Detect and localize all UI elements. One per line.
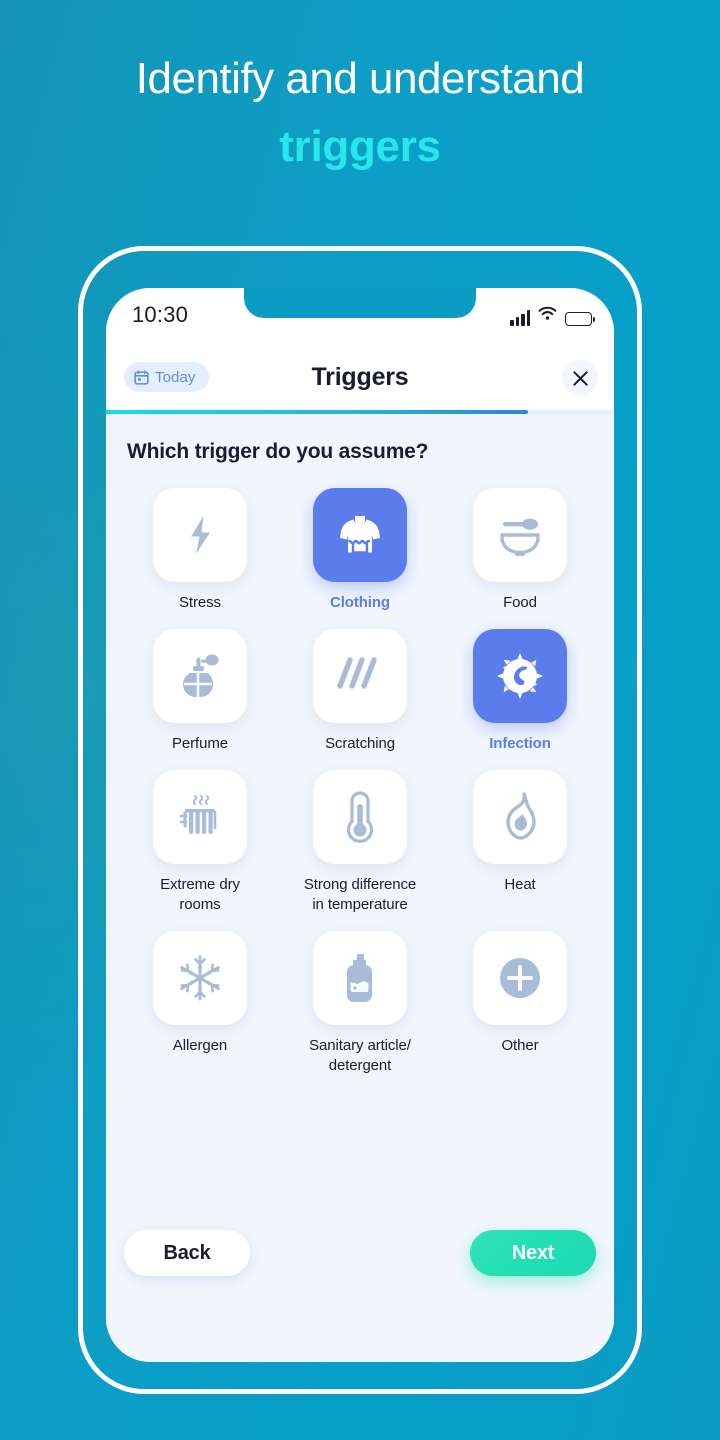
trigger-option-food[interactable]: Food bbox=[444, 488, 596, 613]
trigger-label: Food bbox=[503, 594, 537, 611]
trigger-option-clothing[interactable]: Clothing bbox=[284, 488, 436, 613]
radiator-icon bbox=[175, 792, 225, 842]
trigger-label: Other bbox=[501, 1037, 539, 1054]
trigger-option-strong-difference-in-temperature[interactable]: Strong difference in temperature bbox=[284, 770, 436, 915]
thermometer-icon bbox=[340, 791, 380, 843]
trigger-tile[interactable] bbox=[473, 931, 567, 1025]
flame-drop-icon bbox=[498, 792, 542, 842]
trigger-label: Heat bbox=[504, 876, 536, 893]
trigger-option-perfume[interactable]: Perfume bbox=[124, 629, 276, 754]
trigger-tile[interactable] bbox=[153, 770, 247, 864]
progress-bar-fill bbox=[106, 410, 528, 414]
trigger-label: Scratching bbox=[325, 735, 395, 752]
trigger-option-heat[interactable]: Heat bbox=[444, 770, 596, 915]
status-icons bbox=[510, 306, 595, 326]
next-button[interactable]: Next bbox=[470, 1230, 596, 1276]
trigger-tile[interactable] bbox=[313, 931, 407, 1025]
back-button[interactable]: Back bbox=[124, 1230, 250, 1276]
trigger-tile[interactable] bbox=[473, 488, 567, 582]
cellular-signal-icon bbox=[510, 310, 530, 326]
bacteria-icon bbox=[495, 651, 545, 701]
footer-actions: Back Next bbox=[106, 1204, 614, 1328]
trigger-label: Extreme dry rooms bbox=[160, 876, 240, 913]
trigger-tile[interactable] bbox=[153, 488, 247, 582]
snowflake-icon bbox=[175, 953, 225, 1003]
trigger-tile[interactable] bbox=[153, 629, 247, 723]
trigger-option-stress[interactable]: Stress bbox=[124, 488, 276, 613]
trigger-option-extreme-dry-rooms[interactable]: Extreme dry rooms bbox=[124, 770, 276, 915]
trigger-tile[interactable] bbox=[473, 770, 567, 864]
trigger-option-infection[interactable]: Infection bbox=[444, 629, 596, 754]
headline-line-1: Identify and understand bbox=[135, 54, 585, 103]
trigger-option-allergen[interactable]: Allergen bbox=[124, 931, 276, 1076]
trigger-tile[interactable] bbox=[313, 629, 407, 723]
trigger-label: Infection bbox=[489, 735, 551, 752]
bowl-spoon-icon bbox=[495, 512, 545, 558]
trigger-label: Strong difference in temperature bbox=[303, 876, 417, 913]
trigger-tile[interactable] bbox=[473, 629, 567, 723]
main-content: Which trigger do you assume? Stress Clot… bbox=[106, 440, 614, 1328]
trigger-option-other[interactable]: Other bbox=[444, 931, 596, 1076]
app-header: Today Triggers bbox=[106, 350, 614, 410]
promo-headline: Identify and understand triggers bbox=[0, 48, 720, 178]
plus-circle-icon bbox=[496, 954, 544, 1002]
phone-screen: 10:30 Today Triggers Which trigger do yo… bbox=[106, 288, 614, 1362]
page-title: Triggers bbox=[311, 363, 409, 391]
wifi-icon bbox=[538, 306, 557, 326]
trigger-option-scratching[interactable]: Scratching bbox=[284, 629, 436, 754]
trigger-label: Stress bbox=[179, 594, 221, 611]
detergent-bottle-icon bbox=[339, 952, 381, 1004]
trigger-grid: Stress Clothing Food Perfume Scratching … bbox=[124, 488, 596, 1076]
perfume-bottle-icon bbox=[177, 651, 223, 701]
sweater-icon bbox=[335, 510, 385, 560]
trigger-tile[interactable] bbox=[313, 770, 407, 864]
trigger-tile[interactable] bbox=[313, 488, 407, 582]
trigger-label: Perfume bbox=[172, 735, 228, 752]
trigger-label: Clothing bbox=[329, 594, 390, 611]
battery-full-icon bbox=[565, 312, 595, 326]
trigger-option-sanitary-article-detergent[interactable]: Sanitary article/ detergent bbox=[284, 931, 436, 1076]
progress-bar bbox=[106, 410, 614, 414]
question-text: Which trigger do you assume? bbox=[127, 440, 429, 463]
headline-line-2: triggers bbox=[279, 122, 441, 171]
phone-notch bbox=[244, 288, 476, 318]
trigger-tile[interactable] bbox=[153, 931, 247, 1025]
trigger-label: Allergen bbox=[172, 1037, 228, 1054]
status-time: 10:30 bbox=[132, 302, 189, 327]
promo-screenshot: Identify and understand triggers 10:30 T… bbox=[0, 0, 720, 1440]
close-icon bbox=[572, 370, 589, 387]
lightning-bolt-icon bbox=[177, 512, 223, 558]
trigger-label: Sanitary article/ detergent bbox=[309, 1037, 411, 1074]
status-bar: 10:30 bbox=[106, 288, 614, 350]
close-button[interactable] bbox=[562, 360, 598, 396]
scratch-lines-icon bbox=[336, 654, 384, 698]
